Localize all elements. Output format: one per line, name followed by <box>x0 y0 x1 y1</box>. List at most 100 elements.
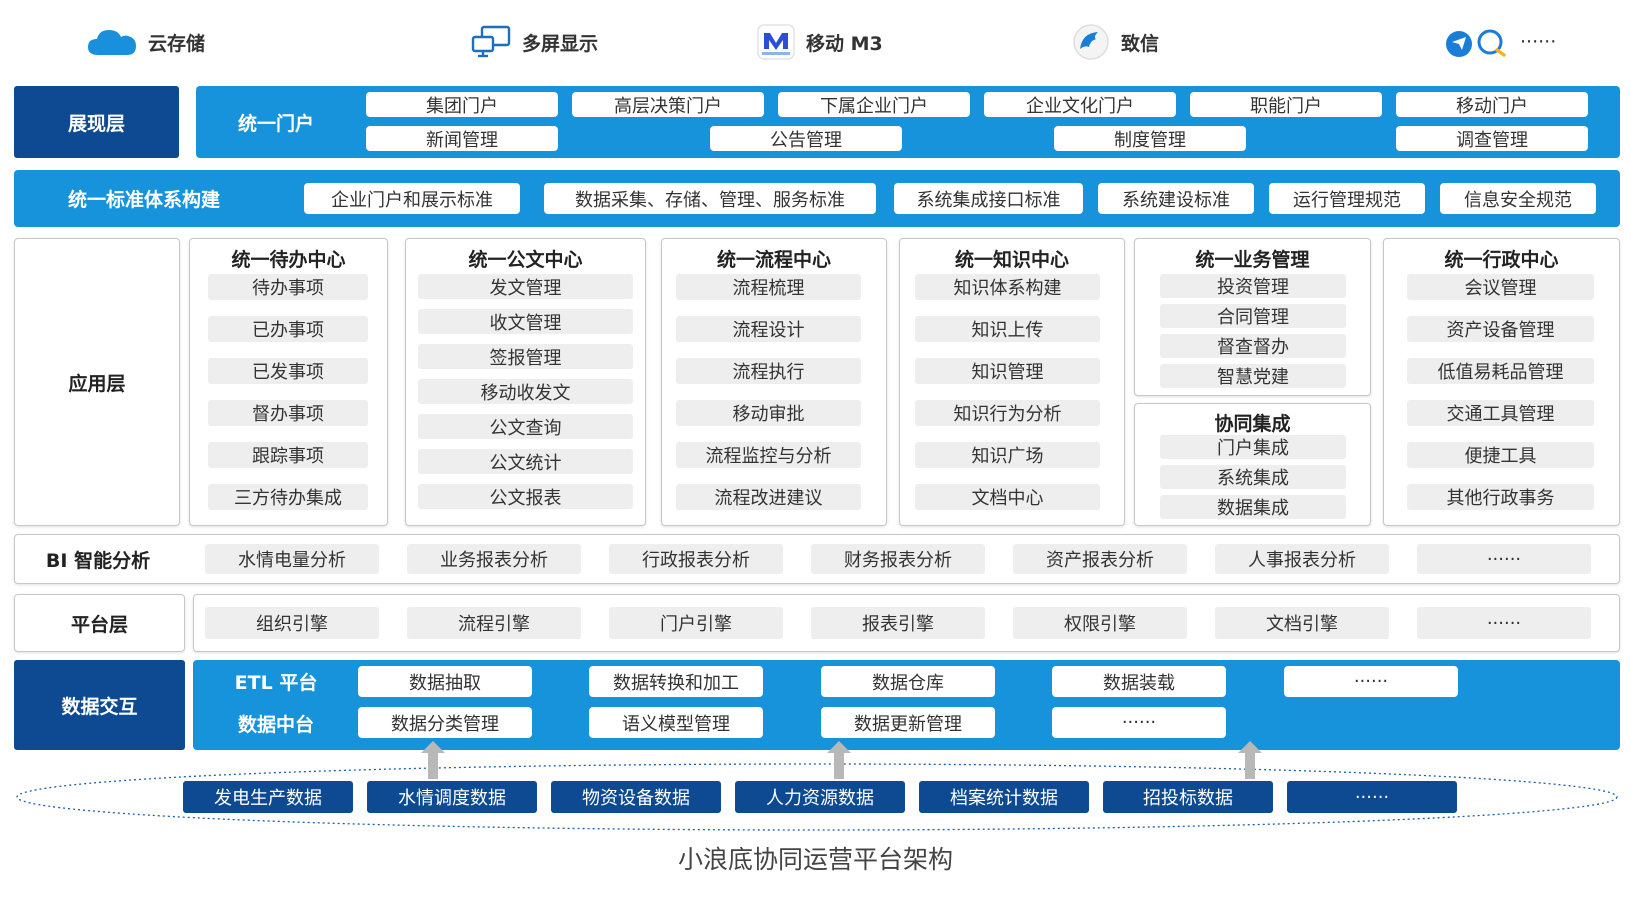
standard-item: 系统集成接口标准 <box>894 183 1083 214</box>
up-arrow-icon <box>1238 741 1262 779</box>
top-item-more: ······ <box>1442 22 1556 62</box>
standards-panel: 统一标准体系构建 企业门户和展示标准 数据采集、存储、管理、服务标准 系统集成接… <box>14 170 1620 227</box>
bi-item: 水情电量分析 <box>205 544 379 574</box>
bi-item: 行政报表分析 <box>609 544 783 574</box>
source-item: 档案统计数据 <box>919 781 1089 813</box>
top-item-label: 致信 <box>1121 32 1160 55</box>
engine-item: 权限引擎 <box>1013 607 1187 639</box>
presentation-panel: 统一门户 集团门户 高层决策门户 下属企业门户 企业文化门户 职能门户 移动门户… <box>196 86 1620 158</box>
business-management: 统一业务管理 投资管理 合同管理 督查督办 智慧党建 <box>1134 238 1371 396</box>
business-item: 督查督办 <box>1160 334 1346 358</box>
todo-item: 已办事项 <box>208 316 368 342</box>
platform-layer-label: 平台层 <box>70 613 128 636</box>
etl-item: 数据仓库 <box>821 666 995 697</box>
business-item: 投资管理 <box>1160 274 1346 298</box>
process-item: 流程改进建议 <box>676 484 861 510</box>
portal-item: 公告管理 <box>710 126 902 151</box>
middle-item: 数据分类管理 <box>358 707 532 738</box>
source-item: 发电生产数据 <box>183 781 353 813</box>
document-item: 移动收发文 <box>418 379 633 404</box>
bi-item: 业务报表分析 <box>407 544 581 574</box>
etl-label: ETL 平台 <box>234 671 318 694</box>
process-item: 流程监控与分析 <box>676 442 861 468</box>
bi-item: 财务报表分析 <box>811 544 985 574</box>
chat-icons <box>1446 29 1506 57</box>
knowledge-item: 知识广场 <box>915 442 1100 468</box>
etl-item: 数据转换和加工 <box>589 666 763 697</box>
standard-item: 企业门户和展示标准 <box>304 183 520 214</box>
standard-item: 系统建设标准 <box>1098 183 1254 214</box>
knowledge-item: 知识体系构建 <box>915 274 1100 300</box>
top-item-zhixin: 致信 <box>1071 22 1159 62</box>
portal-item: 集团门户 <box>366 92 558 117</box>
portal-item: 企业文化门户 <box>984 92 1176 117</box>
document-item: 发文管理 <box>418 274 633 299</box>
source-item: 物资设备数据 <box>551 781 721 813</box>
knowledge-item: 知识管理 <box>915 358 1100 384</box>
collab-item: 系统集成 <box>1160 465 1346 489</box>
source-item: 招投标数据 <box>1103 781 1273 813</box>
data-middle-label: 数据中台 <box>237 713 314 736</box>
document-item: 收文管理 <box>418 309 633 334</box>
process-center-title: 统一流程中心 <box>716 249 831 271</box>
bi-item: 资产报表分析 <box>1013 544 1187 574</box>
data-exchange-panel: ETL 平台 数据中台 数据抽取 数据转换和加工 数据仓库 数据装载 ·····… <box>193 660 1620 750</box>
admin-center: 统一行政中心 会议管理 资产设备管理 低值易耗品管理 交通工具管理 便捷工具 其… <box>1383 238 1620 526</box>
todo-item: 跟踪事项 <box>208 442 368 468</box>
presentation-layer-label: 展现层 <box>14 86 179 158</box>
portal-item: 调查管理 <box>1396 126 1588 151</box>
business-management-title: 统一业务管理 <box>1195 249 1310 271</box>
standard-item: 数据采集、存储、管理、服务标准 <box>544 183 876 214</box>
admin-item: 便捷工具 <box>1407 442 1594 468</box>
admin-center-title: 统一行政中心 <box>1444 249 1559 271</box>
todo-item: 已发事项 <box>208 358 368 384</box>
etl-item: 数据装载 <box>1052 666 1226 697</box>
portal-item: 制度管理 <box>1054 126 1246 151</box>
collab-item: 门户集成 <box>1160 435 1346 459</box>
standard-item: 信息安全规范 <box>1440 183 1596 214</box>
top-item-m3: 移动 M3 <box>756 22 883 62</box>
portal-item: 移动门户 <box>1396 92 1588 117</box>
portal-item: 职能门户 <box>1190 92 1382 117</box>
process-item: 流程梳理 <box>676 274 861 300</box>
document-item: 公文报表 <box>418 484 633 509</box>
admin-item: 其他行政事务 <box>1407 484 1594 510</box>
middle-item: 数据更新管理 <box>821 707 995 738</box>
knowledge-item: 知识上传 <box>915 316 1100 342</box>
up-arrow-icon <box>827 741 851 779</box>
source-item: 水情调度数据 <box>367 781 537 813</box>
multi-screen-icon <box>471 25 511 58</box>
todo-center-title: 统一待办中心 <box>231 249 346 271</box>
platform-panel: 组织引擎 流程引擎 门户引擎 报表引擎 权限引擎 文档引擎 ······ <box>193 594 1620 652</box>
collab-item: 数据集成 <box>1160 495 1346 519</box>
engine-item: 报表引擎 <box>811 607 985 639</box>
standard-item: 运行管理规范 <box>1269 183 1425 214</box>
todo-item: 三方待办集成 <box>208 484 368 510</box>
top-item-label: 多屏显示 <box>522 32 599 55</box>
document-center: 统一公文中心 发文管理 收文管理 签报管理 移动收发文 公文查询 公文统计 公文… <box>405 238 646 526</box>
engine-item: 文档引擎 <box>1215 607 1389 639</box>
admin-item: 低值易耗品管理 <box>1407 358 1594 384</box>
portal-item: 高层决策门户 <box>572 92 764 117</box>
source-item: ······ <box>1287 781 1457 813</box>
document-item: 公文查询 <box>418 414 633 439</box>
collaboration-integration-title: 协同集成 <box>1214 413 1291 435</box>
knowledge-item: 知识行为分析 <box>915 400 1100 426</box>
source-item: 人力资源数据 <box>735 781 905 813</box>
todo-item: 督办事项 <box>208 400 368 426</box>
top-item-multiscreen: 多屏显示 <box>470 22 598 62</box>
zhixin-app-icon <box>1073 24 1109 60</box>
middle-item: ······ <box>1052 707 1226 738</box>
standards-label: 统一标准体系构建 <box>67 189 220 211</box>
diagram-caption: 小浪底协同运营平台架构 <box>677 845 953 874</box>
engine-item: 组织引擎 <box>205 607 379 639</box>
bi-item: 人事报表分析 <box>1215 544 1389 574</box>
top-item-label: 移动 M3 <box>806 32 883 55</box>
engine-item: 门户引擎 <box>609 607 783 639</box>
etl-item: ······ <box>1284 666 1458 697</box>
bi-item: ······ <box>1417 544 1591 574</box>
knowledge-center-title: 统一知识中心 <box>954 249 1069 271</box>
middle-item: 语义模型管理 <box>589 707 763 738</box>
cloud-icon <box>88 30 136 55</box>
m3-app-icon <box>757 24 795 60</box>
